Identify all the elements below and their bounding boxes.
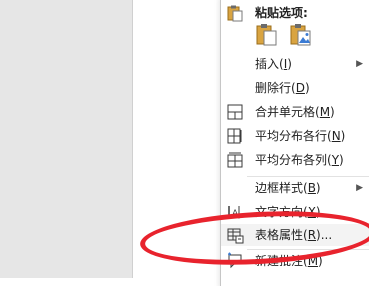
menu-item-delete-row[interactable]: 删除行(D) [221, 77, 369, 99]
distribute-columns-icon [226, 151, 244, 169]
paste-options-header: 粘贴选项: [221, 2, 369, 24]
clipboard-icon [226, 4, 244, 22]
paste-keep-format-icon[interactable] [255, 22, 279, 46]
menu-item-label: 插入(I) [255, 57, 292, 71]
menu-item-merge-cells[interactable]: 合并单元格(M) [221, 101, 369, 123]
menu-item-label: 平均分布各列(Y) [255, 153, 344, 167]
paste-options-row [255, 22, 313, 48]
distribute-rows-icon [226, 127, 244, 145]
new-comment-icon [226, 252, 244, 270]
menu-item-insert[interactable]: 插入(I) ▶ [221, 53, 369, 75]
menu-item-table-properties[interactable]: 表格属性(R)... [221, 224, 369, 246]
context-menu: 粘贴选项: 插入(I) ▶ 删除行(D) 合并单元格(M) 平均分布各行(N) … [220, 0, 369, 286]
menu-item-text-direction[interactable]: A 文字方向(X)... [221, 201, 369, 223]
menu-item-label: 表格属性(R)... [255, 228, 333, 242]
paste-picture-icon[interactable] [289, 22, 313, 46]
menu-item-label: 平均分布各行(N) [255, 129, 346, 143]
table-properties-icon [226, 226, 244, 244]
text-direction-icon: A [226, 203, 244, 221]
paste-options-title: 粘贴选项: [255, 6, 308, 20]
submenu-arrow-icon: ▶ [356, 183, 363, 193]
menu-item-label: 删除行(D) [255, 81, 310, 95]
left-panel [0, 0, 133, 278]
merge-cells-icon [226, 103, 244, 121]
menu-item-label: 新建批注(M) [255, 254, 323, 268]
menu-item-distribute-columns[interactable]: 平均分布各列(Y) [221, 149, 369, 171]
svg-text:A: A [232, 209, 239, 219]
menu-item-distribute-rows[interactable]: 平均分布各行(N) [221, 125, 369, 147]
document-area [133, 0, 220, 278]
menu-item-label: 合并单元格(M) [255, 105, 335, 119]
submenu-arrow-icon: ▶ [356, 59, 363, 69]
menu-item-border-styles[interactable]: 边框样式(B) ▶ [221, 177, 369, 199]
menu-item-label: 边框样式(B) [255, 181, 321, 195]
menu-item-label: 文字方向(X)... [255, 205, 333, 219]
menu-item-new-comment[interactable]: 新建批注(M) [221, 250, 369, 272]
